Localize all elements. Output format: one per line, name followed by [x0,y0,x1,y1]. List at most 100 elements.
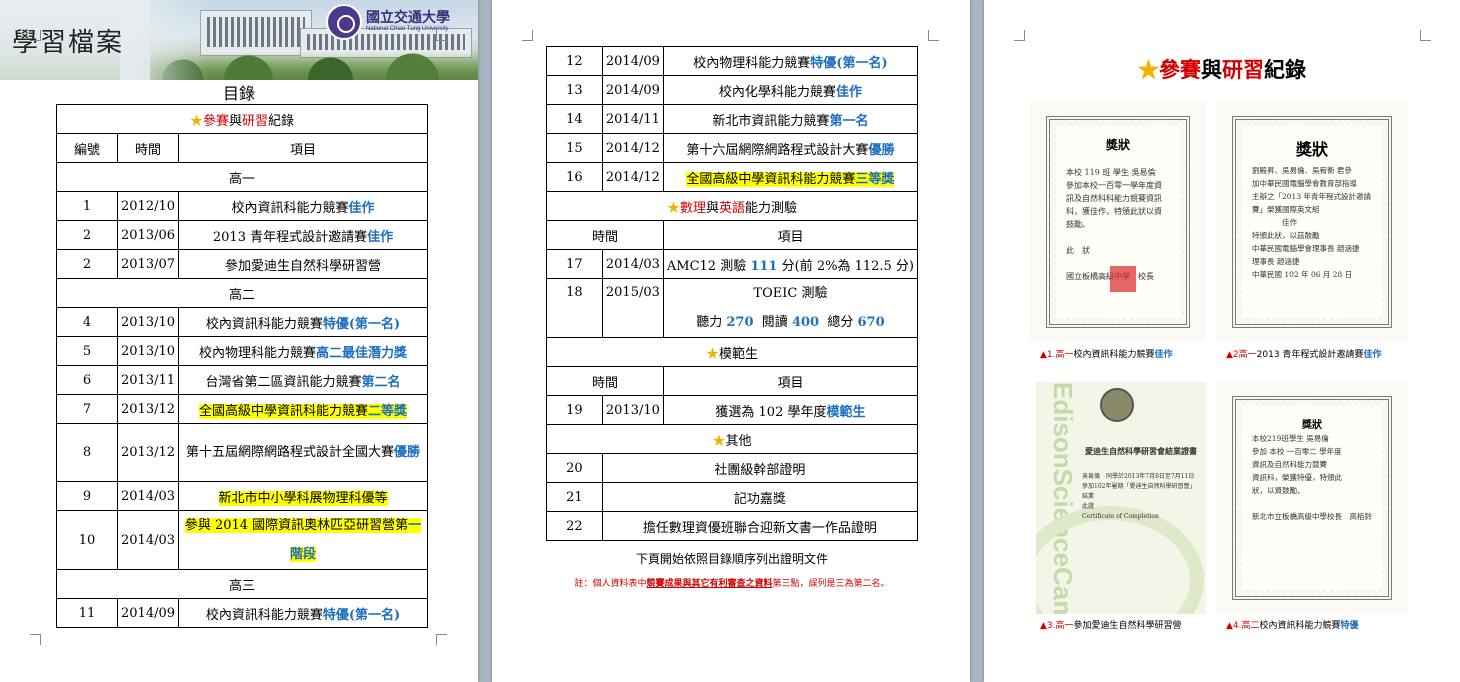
row-number: 11 [56,598,118,628]
certificate-3: EdisonScienceCamp2013 愛迪生自然科學研習會結業證書 吳易倫… [1036,382,1206,614]
column-header: 編號 [56,133,118,163]
column-header: 項目 [662,220,919,250]
item-text: 新北市中小學科展物理科優等 [218,490,388,506]
item-text: 校內資訊科能力競賽 [205,607,323,623]
emblem-icon [1100,388,1134,422]
table-row: 16 2014/12 全國高級中學資訊科能力競賽三等獎 [546,162,919,192]
table-row: 高一 [56,162,428,192]
row-number: 6 [56,365,118,395]
row-number: 18 [546,278,603,338]
award-text: 優勝 [868,142,895,158]
row-item: 新北市中小學科展物理科優等 [178,481,428,511]
row-date: 2014/12 [601,162,664,192]
row-item: 校內化學科能力競賽佳作 [662,75,919,105]
certificate-4: 獎狀 本校219班學生 吳易倫 參加 本校 一百零二 學年度 資訊及自然科能力競… [1216,382,1408,614]
item-text: 校內資訊科能力競賽 [205,316,323,332]
table-row: 1 2012/10 校內資訊科能力競賽佳作 [56,191,428,221]
university-name: 國立交通大學 [366,10,450,26]
grade-header: 高二 [56,278,428,308]
row-date: 2014/03 [601,249,664,279]
award-text: 三等獎 [855,171,895,187]
row-date: 2014/09 [601,46,664,76]
grade-header: 高一 [56,162,428,192]
section-title-part: 其他 [725,433,752,449]
row-item: 校內資訊科能力競賽特優(第一名) [178,598,428,628]
row-date: 2015/03 [601,278,664,338]
column-header: 時間 [116,133,180,163]
table-row: 2 2013/07 參加愛迪生自然科學研習營 [56,249,428,279]
row-number: 13 [546,75,603,105]
row-date: 2013/10 [601,395,664,425]
table-row: ★數理與英語能力測驗 [546,191,918,221]
row-number: 10 [56,510,118,570]
row-date: 2013/06 [116,220,180,250]
table-row: 時間 項目 [546,220,919,250]
table-row: 19 2013/10 獲選為 102 學年度模範生 [546,395,919,425]
certificate-1: 獎狀 本校 119 班 學生 吳易倫 參加本校一百零一學年度資 訊及自然科科能力… [1030,102,1206,342]
item-text: 校內物理科能力競賽 [198,345,316,361]
grade-header: 高三 [56,569,428,599]
table-row: 15 2014/12 第十六屆網際網路程式設計大賽優勝 [546,133,919,163]
section-title-cell: ★數理與英語能力測驗 [546,191,918,221]
table-row: 13 2014/09 校內化學科能力競賽佳作 [546,75,919,105]
star-icon: ★ [189,113,203,129]
section-title-part: 與 [228,113,242,129]
table-row: 12 2014/09 校內物理科能力競賽特優(第一名) [546,46,919,76]
score-label: 聽力 [696,315,727,330]
item-text: 校內資訊科能力競賽 [231,200,349,216]
toc-table-1: ★參賽與研習紀錄 編號 時間 項目 高一 1 2012/10 校內資訊科能力競賽佳作 2 2013… [56,104,428,628]
item-text: 獲選為 102 學年度 [715,404,827,420]
row-item: TOEIC 測驗 聽力 270 閱讀 400 總分 670 [662,278,919,338]
row-number: 2 [56,249,118,279]
section-title-part: 紀錄 [268,113,295,129]
score-label: 總分 [819,315,858,330]
row-item: 社團級幹部證明 [601,453,919,483]
award-text: 第一名 [829,113,869,129]
section-title-part: 英語 [719,200,746,216]
row-number: 9 [56,481,118,511]
star-icon: ★ [705,346,719,362]
table-row: 11 2014/09 校內資訊科能力競賽特優(第一名) [56,598,428,628]
row-item: AMC12 測驗 111 分(前 2%為 112.5 分) [662,249,919,279]
row-item: 記功嘉獎 [601,482,919,512]
row-date: 2014/11 [601,104,664,134]
table-row: 9 2014/03 新北市中小學科展物理科優等 [56,481,428,511]
item-text: 參加愛迪生自然科學研習營 [225,258,382,274]
star-icon: ★ [712,433,726,449]
row-date: 2014/09 [601,75,664,105]
row-number: 14 [546,104,603,134]
section-title-part: 模範生 [719,346,759,362]
score-value: 400 [791,315,820,330]
row-item: 校內物理科能力競賽特優(第一名) [662,46,919,76]
column-header: 時間 [546,220,664,250]
row-number: 22 [546,511,603,541]
table-row: 20 社團級幹部證明 [546,453,919,483]
row-item: 參與 2014 國際資訊奧林匹亞研習營第一階段 [178,510,428,570]
row-item: 台灣省第二區資訊能力競賽第二名 [178,365,428,395]
score-value: 270 [726,315,754,330]
item-text: TOEIC 測驗 [753,286,828,301]
score-value: 111 [750,258,778,274]
row-number: 20 [546,453,603,483]
award-text: 特優(第一名) [322,316,401,332]
star-icon: ★ [666,200,680,216]
table-row: 高三 [56,569,428,599]
table-row: ★模範生 [546,337,918,367]
row-date: 2014/09 [116,598,180,628]
table-row: 時間 項目 [546,366,919,396]
row-item: 校內物理科能力競賽高二最佳潛力獎 [178,336,428,366]
award-text: 高二最佳潛力獎 [316,345,408,361]
section-title-cell: ★模範生 [546,337,918,367]
university-logo: 國立交通大學 National Chiao Tung University [326,4,474,40]
row-item: 新北市資訊能力競賽第一名 [662,104,919,134]
row-item: 第十五屆網際網路程式設計全國大賽優勝 [178,423,428,482]
item-text: 第十六屆網際網路程式設計大賽 [686,142,869,158]
section-title-cell: ★參賽與研習紀錄 [56,104,428,134]
award-text: 模範生 [826,404,866,420]
row-date: 2014/12 [601,133,664,163]
row-date: 2013/10 [116,307,180,337]
award-text: 第二名 [361,374,401,390]
caption-1: ▲1.高一校內資訊科能力競賽佳作 [1040,350,1173,360]
row-item: 第十六屆網際網路程式設計大賽優勝 [662,133,919,163]
row-number: 8 [56,423,118,482]
